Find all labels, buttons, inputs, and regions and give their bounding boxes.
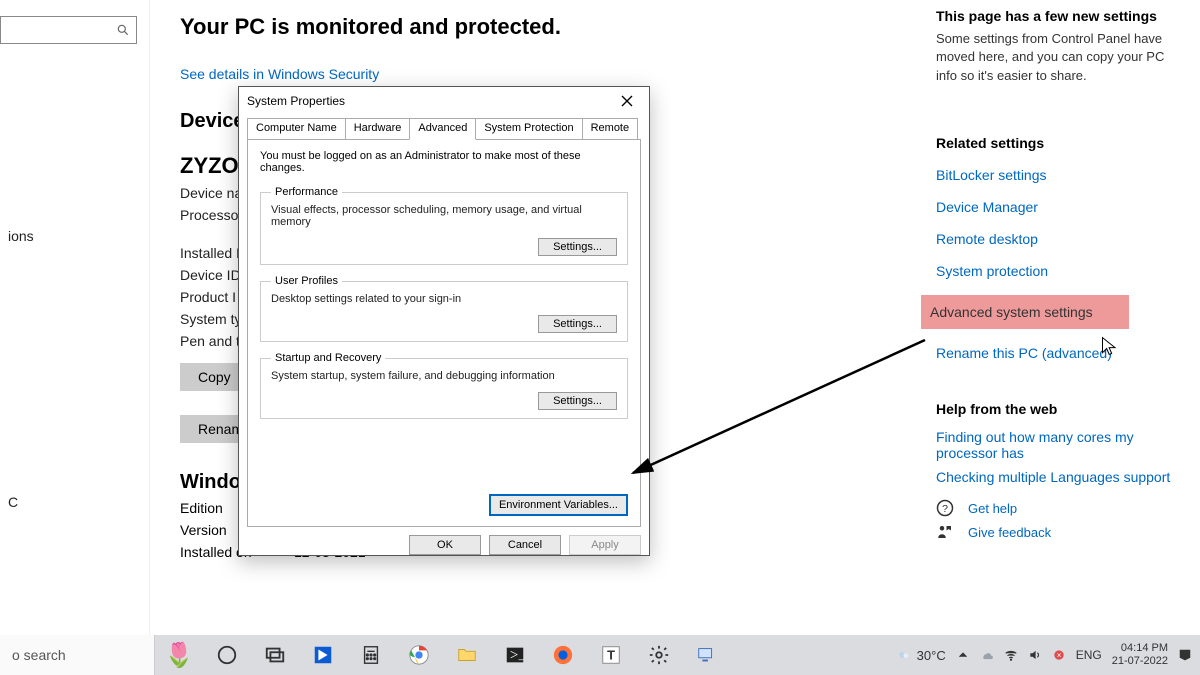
taskbar-decorative-icon[interactable]: 🌷 bbox=[155, 635, 203, 675]
rename-pc-advanced-link[interactable]: Rename this PC (advanced) bbox=[936, 345, 1186, 361]
weather-temp: 30°C bbox=[917, 648, 946, 663]
firefox-icon[interactable] bbox=[539, 635, 587, 675]
settings-left-nav: ions C bbox=[0, 0, 150, 635]
dialog-footer: OK Cancel Apply bbox=[239, 535, 649, 563]
advanced-system-settings-link[interactable]: Advanced system settings bbox=[921, 295, 1129, 329]
see-details-link[interactable]: See details in Windows Security bbox=[180, 66, 379, 82]
system-properties-dialog: System Properties Computer Name Hardware… bbox=[238, 86, 650, 556]
notifications-icon[interactable] bbox=[1178, 648, 1192, 662]
bitlocker-link[interactable]: BitLocker settings bbox=[936, 167, 1186, 183]
nav-item-fragment-2[interactable]: C bbox=[0, 490, 26, 514]
get-help-row[interactable]: ? Get help bbox=[936, 499, 1186, 517]
search-box[interactable] bbox=[0, 16, 137, 44]
weather-widget[interactable]: 30°C bbox=[897, 648, 946, 663]
tab-system-protection[interactable]: System Protection bbox=[475, 118, 582, 140]
tab-advanced[interactable]: Advanced bbox=[409, 118, 476, 140]
taskbar-pinned: 🌷 ＞_ T bbox=[155, 635, 731, 675]
dialog-title: System Properties bbox=[247, 94, 345, 108]
startup-recovery-settings-button[interactable]: Settings... bbox=[538, 392, 617, 410]
help-icon: ? bbox=[936, 499, 954, 517]
security-tray-icon[interactable]: ✕ bbox=[1052, 648, 1066, 662]
svg-text:?: ? bbox=[942, 503, 948, 515]
remote-desktop-link[interactable]: Remote desktop bbox=[936, 231, 1186, 247]
device-manager-link[interactable]: Device Manager bbox=[936, 199, 1186, 215]
chrome-icon[interactable] bbox=[395, 635, 443, 675]
volume-icon[interactable] bbox=[1028, 648, 1042, 662]
dialog-close-button[interactable] bbox=[609, 91, 645, 111]
help-cores-link[interactable]: Finding out how many cores my processor … bbox=[936, 429, 1186, 461]
performance-settings-button[interactable]: Settings... bbox=[538, 238, 617, 256]
taskbar: o search 🌷 ＞_ T 30°C ✕ ENG 04:14 PM 21-0… bbox=[0, 635, 1200, 675]
user-profiles-desc: Desktop settings related to your sign-in bbox=[271, 293, 617, 305]
taskbar-time: 04:14 PM bbox=[1112, 642, 1168, 655]
tab-computer-name[interactable]: Computer Name bbox=[247, 118, 346, 140]
new-settings-heading: This page has a few new settings bbox=[936, 8, 1186, 24]
startup-recovery-group: Startup and Recovery System startup, sys… bbox=[260, 352, 628, 419]
system-properties-taskbar-icon[interactable] bbox=[683, 635, 731, 675]
video-editor-icon[interactable] bbox=[299, 635, 347, 675]
user-profiles-legend: User Profiles bbox=[271, 275, 342, 287]
file-explorer-icon[interactable] bbox=[443, 635, 491, 675]
performance-legend: Performance bbox=[271, 186, 342, 198]
performance-desc: Visual effects, processor scheduling, me… bbox=[271, 204, 617, 228]
annotation-arrow bbox=[625, 335, 935, 495]
svg-text:＞_: ＞_ bbox=[510, 650, 525, 660]
tab-hardware[interactable]: Hardware bbox=[345, 118, 411, 140]
startup-recovery-desc: System startup, system failure, and debu… bbox=[271, 370, 617, 382]
taskbar-clock[interactable]: 04:14 PM 21-07-2022 bbox=[1112, 642, 1168, 667]
dialog-titlebar[interactable]: System Properties bbox=[239, 87, 649, 115]
system-tray: 30°C ✕ ENG 04:14 PM 21-07-2022 bbox=[889, 635, 1200, 675]
text-app-icon[interactable]: T bbox=[587, 635, 635, 675]
language-indicator[interactable]: ENG bbox=[1076, 648, 1102, 662]
cortana-icon[interactable] bbox=[203, 635, 251, 675]
give-feedback-label: Give feedback bbox=[968, 525, 1051, 540]
feedback-icon bbox=[936, 523, 954, 541]
user-profiles-settings-button[interactable]: Settings... bbox=[538, 315, 617, 333]
dialog-tabs: Computer Name Hardware Advanced System P… bbox=[247, 117, 641, 139]
chevron-up-icon[interactable] bbox=[956, 648, 970, 662]
environment-variables-button[interactable]: Environment Variables... bbox=[489, 494, 628, 516]
protection-heading: Your PC is monitored and protected. bbox=[180, 14, 900, 40]
give-feedback-row[interactable]: Give feedback bbox=[936, 523, 1186, 541]
onedrive-icon[interactable] bbox=[980, 648, 994, 662]
close-icon bbox=[621, 95, 633, 107]
about-page-sidebar: This page has a few new settings Some se… bbox=[936, 8, 1186, 541]
task-view-icon[interactable] bbox=[251, 635, 299, 675]
taskbar-date: 21-07-2022 bbox=[1112, 655, 1168, 668]
admin-warning-text: You must be logged on as an Administrato… bbox=[260, 150, 628, 174]
dialog-body: You must be logged on as an Administrato… bbox=[247, 139, 641, 527]
calculator-icon[interactable] bbox=[347, 635, 395, 675]
related-settings-heading: Related settings bbox=[936, 135, 1186, 151]
system-protection-link[interactable]: System protection bbox=[936, 263, 1186, 279]
get-help-label: Get help bbox=[968, 501, 1017, 516]
ok-button[interactable]: OK bbox=[409, 535, 481, 555]
wifi-icon[interactable] bbox=[1004, 648, 1018, 662]
help-web-heading: Help from the web bbox=[936, 401, 1186, 417]
tab-remote[interactable]: Remote bbox=[582, 118, 639, 140]
taskbar-search[interactable]: o search bbox=[0, 635, 155, 675]
user-profiles-group: User Profiles Desktop settings related t… bbox=[260, 275, 628, 342]
help-languages-link[interactable]: Checking multiple Languages support bbox=[936, 469, 1186, 485]
performance-group: Performance Visual effects, processor sc… bbox=[260, 186, 628, 265]
cancel-button[interactable]: Cancel bbox=[489, 535, 561, 555]
new-settings-note: Some settings from Control Panel have mo… bbox=[936, 30, 1186, 85]
terminal-icon[interactable]: ＞_ bbox=[491, 635, 539, 675]
svg-text:✕: ✕ bbox=[1056, 652, 1061, 659]
startup-recovery-legend: Startup and Recovery bbox=[271, 352, 385, 364]
settings-icon[interactable] bbox=[635, 635, 683, 675]
nav-item-fragment-1[interactable]: ions bbox=[0, 224, 42, 248]
apply-button[interactable]: Apply bbox=[569, 535, 641, 555]
mouse-cursor bbox=[1100, 336, 1120, 359]
svg-text:T: T bbox=[607, 648, 615, 663]
search-icon bbox=[116, 23, 130, 37]
weather-icon bbox=[897, 648, 911, 662]
